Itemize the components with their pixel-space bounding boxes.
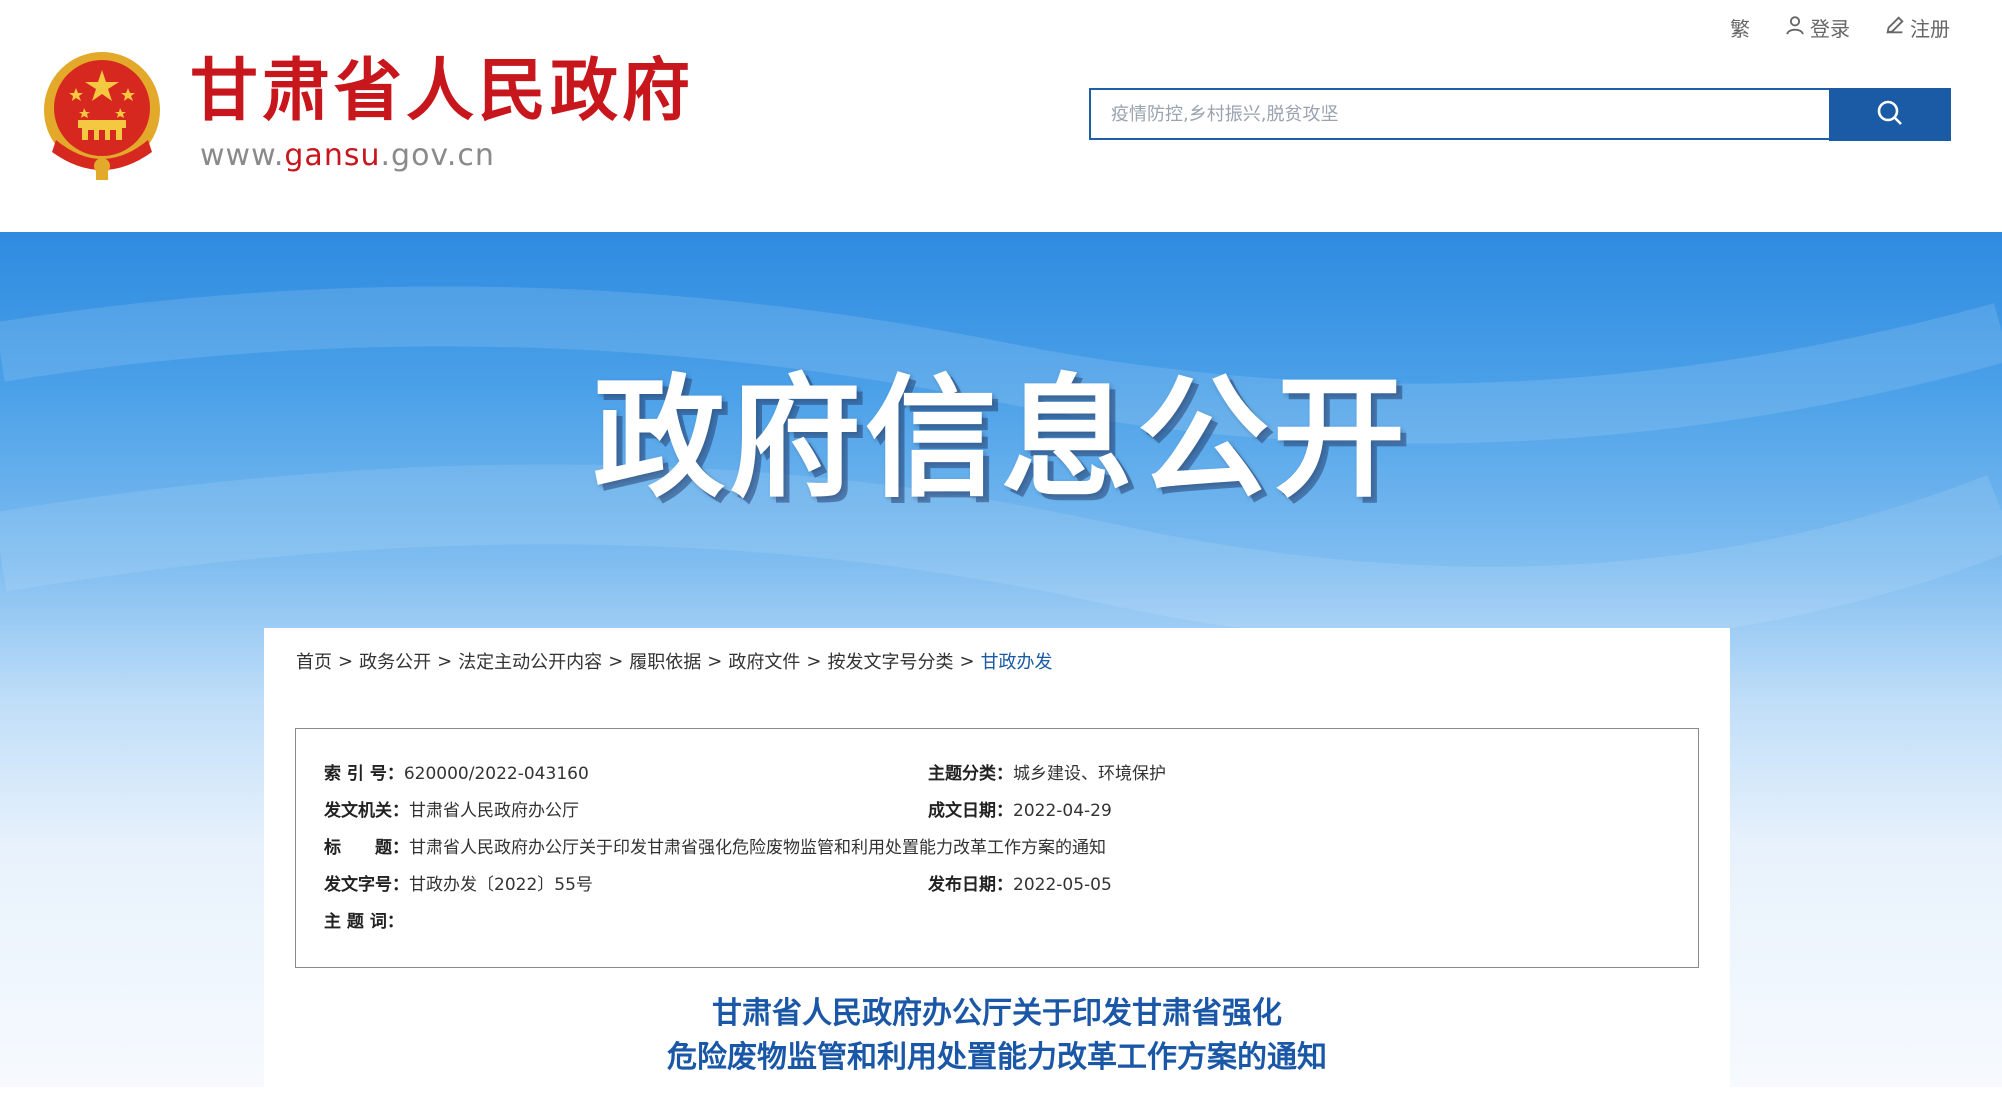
meta-label: 发文机关：	[324, 801, 409, 821]
breadcrumb-item-gov-documents[interactable]: 政府文件	[728, 648, 800, 674]
search-button[interactable]	[1829, 88, 1951, 141]
login-link[interactable]: 登录	[1784, 13, 1850, 42]
meta-value: 甘肃省人民政府办公厅关于印发甘肃省强化危险废物监管和利用处置能力改革工作方案的通…	[409, 838, 1106, 858]
banner-title: 政府信息公开	[593, 362, 1409, 516]
meta-created-date: 成文日期：2022-04-29	[928, 796, 1112, 826]
site-url-prefix: www.	[200, 138, 285, 173]
login-label: 登录	[1810, 16, 1850, 41]
breadcrumb-item-statutory-content[interactable]: 法定主动公开内容	[458, 648, 602, 674]
meta-keywords: 主 题 词：	[324, 907, 404, 937]
meta-label: 索 引 号：	[324, 764, 404, 784]
user-icon	[1784, 14, 1806, 41]
site-name[interactable]: 甘肃省人民政府	[190, 52, 694, 132]
meta-value: 城乡建设、环境保护	[1013, 764, 1166, 784]
register-link[interactable]: 注册	[1884, 13, 1950, 42]
site-url-brand: gansu	[284, 138, 381, 173]
document-metadata-box: 索 引 号：620000/2022-043160 主题分类：城乡建设、环境保护 …	[295, 728, 1699, 968]
meta-label: 发文字号：	[324, 875, 409, 895]
breadcrumb-separator: >	[608, 650, 624, 672]
site-url-suffix: .gov.cn	[380, 138, 495, 173]
meta-label: 标 题：	[324, 838, 409, 858]
breadcrumb-item-gov-affairs[interactable]: 政务公开	[359, 648, 431, 674]
document-title-line: 甘肃省人民政府办公厅关于印发甘肃省强化	[712, 996, 1282, 1031]
breadcrumb-separator: >	[959, 650, 975, 672]
search-icon	[1875, 98, 1905, 131]
meta-doc-number: 发文字号：甘政办发〔2022〕55号	[324, 870, 593, 900]
meta-label: 成文日期：	[928, 801, 1013, 821]
meta-index-number: 索 引 号：620000/2022-043160	[324, 759, 589, 789]
breadcrumb-separator: >	[806, 650, 822, 672]
meta-value: 2022-04-29	[1013, 801, 1112, 821]
meta-value: 2022-05-05	[1013, 875, 1112, 895]
traditional-chinese-link[interactable]: 繁	[1730, 13, 1750, 42]
meta-label: 主 题 词：	[324, 912, 404, 932]
breadcrumb-item-by-doc-number[interactable]: 按发文字号分类	[827, 648, 953, 674]
breadcrumb: 首页 > 政务公开 > 法定主动公开内容 > 履职依据 > 政府文件 > 按发文…	[296, 648, 1053, 674]
meta-published-date: 发布日期：2022-05-05	[928, 870, 1112, 900]
document-title: 甘肃省人民政府办公厅关于印发甘肃省强化 危险废物监管和利用处置能力改革工作方案的…	[264, 992, 1730, 1080]
meta-label: 主题分类：	[928, 764, 1013, 784]
site-url[interactable]: www.gansu.gov.cn	[200, 138, 495, 173]
document-title-line: 危险废物监管和利用处置能力改革工作方案的通知	[667, 1040, 1327, 1075]
search-input[interactable]	[1089, 88, 1829, 140]
meta-value: 甘肃省人民政府办公厅	[409, 801, 579, 821]
meta-topic-category: 主题分类：城乡建设、环境保护	[928, 759, 1166, 789]
pencil-icon	[1884, 14, 1906, 41]
breadcrumb-separator: >	[707, 650, 723, 672]
breadcrumb-item-current[interactable]: 甘政办发	[981, 648, 1053, 674]
top-links: 繁 登录 注册	[1730, 10, 1950, 44]
breadcrumb-separator: >	[338, 650, 354, 672]
breadcrumb-separator: >	[437, 650, 453, 672]
meta-issuer: 发文机关：甘肃省人民政府办公厅	[324, 796, 579, 826]
breadcrumb-item-home[interactable]: 首页	[296, 648, 332, 674]
breadcrumb-item-duty-basis[interactable]: 履职依据	[629, 648, 701, 674]
site-header: 甘肃省人民政府 www.gansu.gov.cn 繁 登录 注册	[0, 0, 2002, 232]
meta-title: 标 题：甘肃省人民政府办公厅关于印发甘肃省强化危险废物监管和利用处置能力改革工作…	[324, 833, 1106, 863]
register-label: 注册	[1910, 16, 1950, 41]
meta-value: 甘政办发〔2022〕55号	[409, 875, 593, 895]
content-panel: 首页 > 政务公开 > 法定主动公开内容 > 履职依据 > 政府文件 > 按发文…	[264, 628, 1730, 1098]
national-emblem-icon[interactable]	[38, 48, 166, 180]
meta-label: 发布日期：	[928, 875, 1013, 895]
meta-value: 620000/2022-043160	[403, 764, 589, 784]
